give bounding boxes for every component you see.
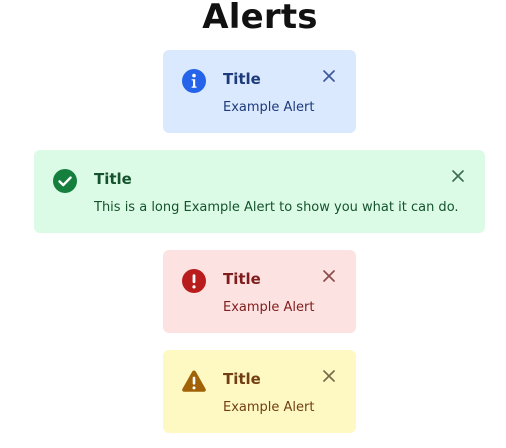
warning-triangle-icon [181, 368, 207, 394]
alert-title: Title [223, 270, 261, 288]
alert-message: Example Alert [223, 400, 315, 415]
alert-message: This is a long Example Alert to show you… [94, 200, 459, 215]
alert-title: Title [223, 370, 261, 388]
close-icon[interactable] [321, 268, 337, 284]
alert-success: Title This is a long Example Alert to sh… [34, 150, 485, 233]
exclamation-circle-icon [181, 268, 207, 294]
alert-info: Title Example Alert [163, 50, 356, 133]
alert-warning: Title Example Alert [163, 350, 356, 433]
close-icon[interactable] [321, 368, 337, 384]
page-title: Alerts [202, 0, 318, 37]
alert-message: Example Alert [223, 100, 315, 115]
alert-title: Title [94, 170, 132, 188]
alert-error: Title Example Alert [163, 250, 356, 333]
close-icon[interactable] [450, 168, 466, 184]
alert-title: Title [223, 70, 261, 88]
info-icon [181, 68, 207, 94]
check-circle-icon [52, 168, 78, 194]
close-icon[interactable] [321, 68, 337, 84]
alert-message: Example Alert [223, 300, 315, 315]
